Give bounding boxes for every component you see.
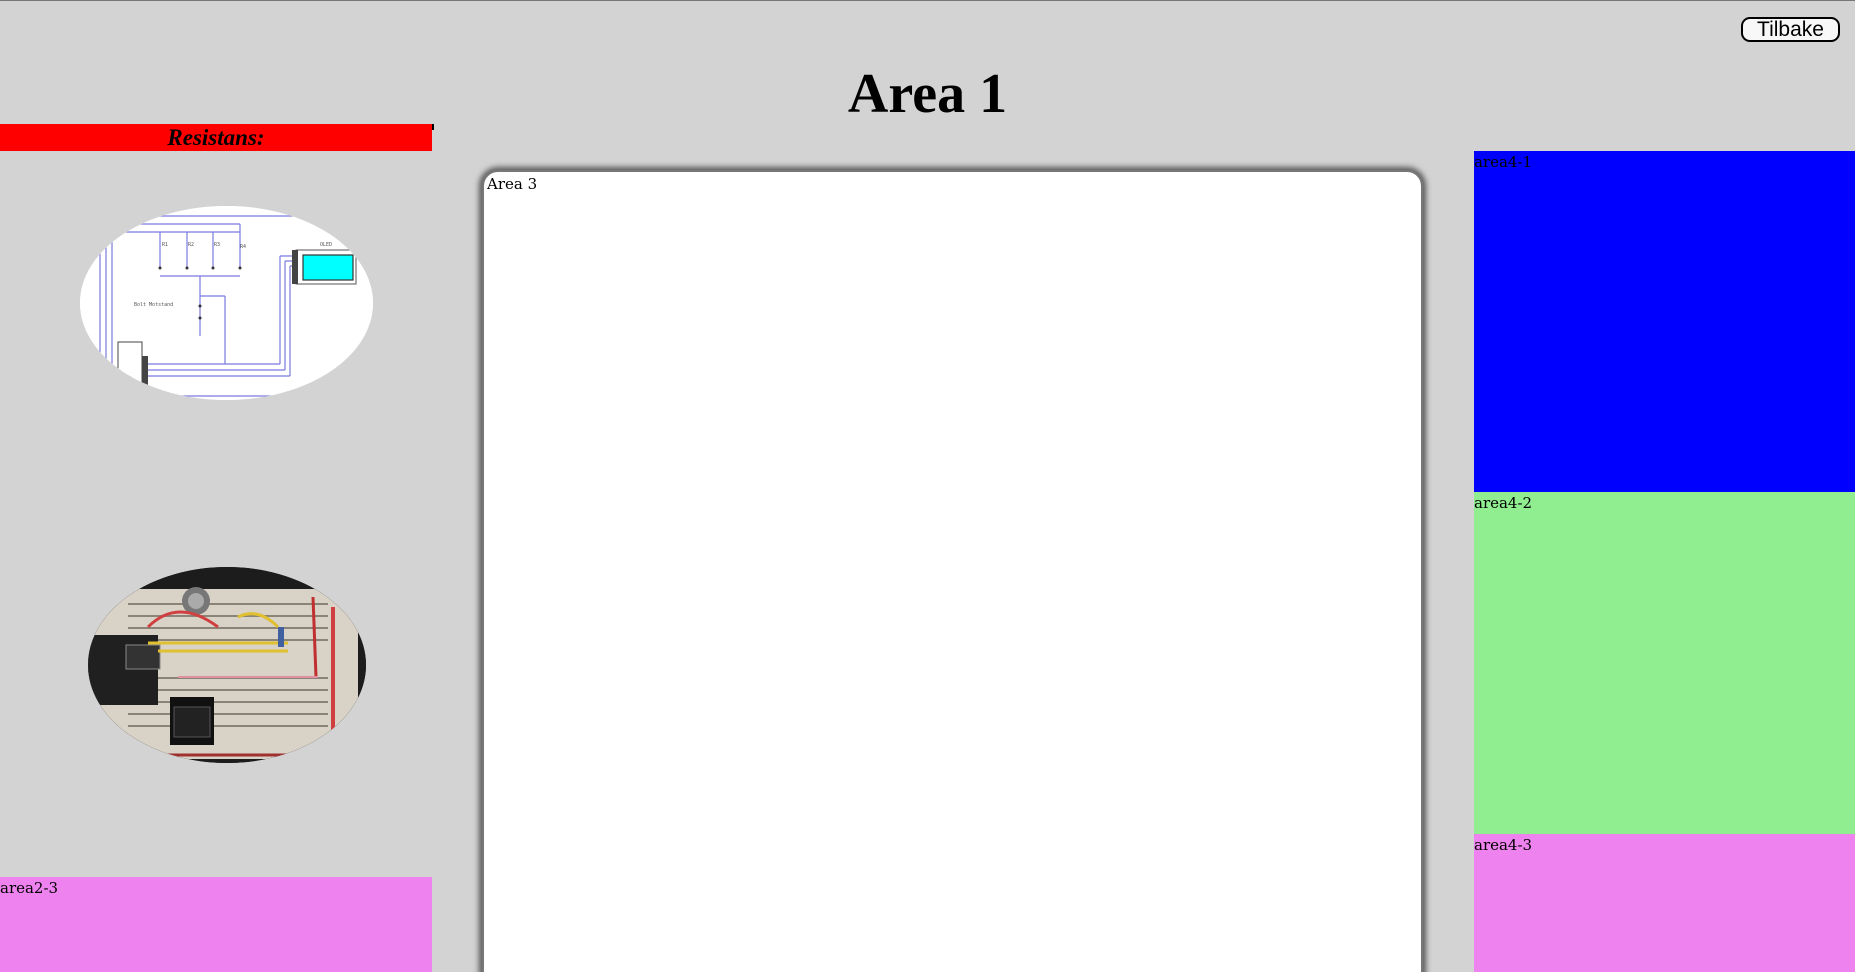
schematic-image: R1 R2 R3 R4 Bolt Motstand OLED	[80, 206, 373, 400]
area2-3-label: area2-3	[0, 879, 59, 897]
area3-label: Area 3	[487, 175, 538, 193]
back-button[interactable]: Tilbake	[1741, 17, 1840, 42]
area4-2-panel: area4-2	[1474, 492, 1855, 834]
area4-1-panel: area4-1	[1474, 151, 1855, 492]
svg-text:R3: R3	[214, 242, 220, 248]
page: Area 1 Tilbake Resistans: R1 R2 R3 R4 Bo…	[0, 0, 1855, 972]
area4-3-label: area4-3	[1474, 836, 1533, 854]
left-column: Resistans: R1 R2 R3 R4 Bolt Motstand OLE…	[0, 122, 434, 972]
area2-3-panel: area2-3	[0, 877, 432, 972]
svg-text:OLED: OLED	[320, 242, 332, 248]
svg-text:R4: R4	[240, 244, 246, 250]
right-column: area4-1 area4-2 area4-3	[1474, 151, 1855, 972]
area4-1-label: area4-1	[1474, 153, 1533, 171]
area4-2-label: area4-2	[1474, 494, 1533, 512]
schematic-drawing: R1 R2 R3 R4 Bolt Motstand OLED	[80, 206, 373, 400]
area4-3-panel: area4-3	[1474, 834, 1855, 972]
page-title: Area 1	[847, 63, 1008, 125]
resistance-header: Resistans:	[0, 124, 432, 151]
breadboard-photo	[88, 567, 366, 763]
area3-panel: Area 3	[482, 170, 1423, 972]
svg-text:R2: R2	[188, 242, 194, 248]
breadboard-drawing	[88, 567, 366, 763]
svg-text:R1: R1	[162, 242, 168, 248]
svg-text:Bolt Motstand: Bolt Motstand	[134, 302, 173, 308]
resistance-tick	[432, 124, 434, 130]
